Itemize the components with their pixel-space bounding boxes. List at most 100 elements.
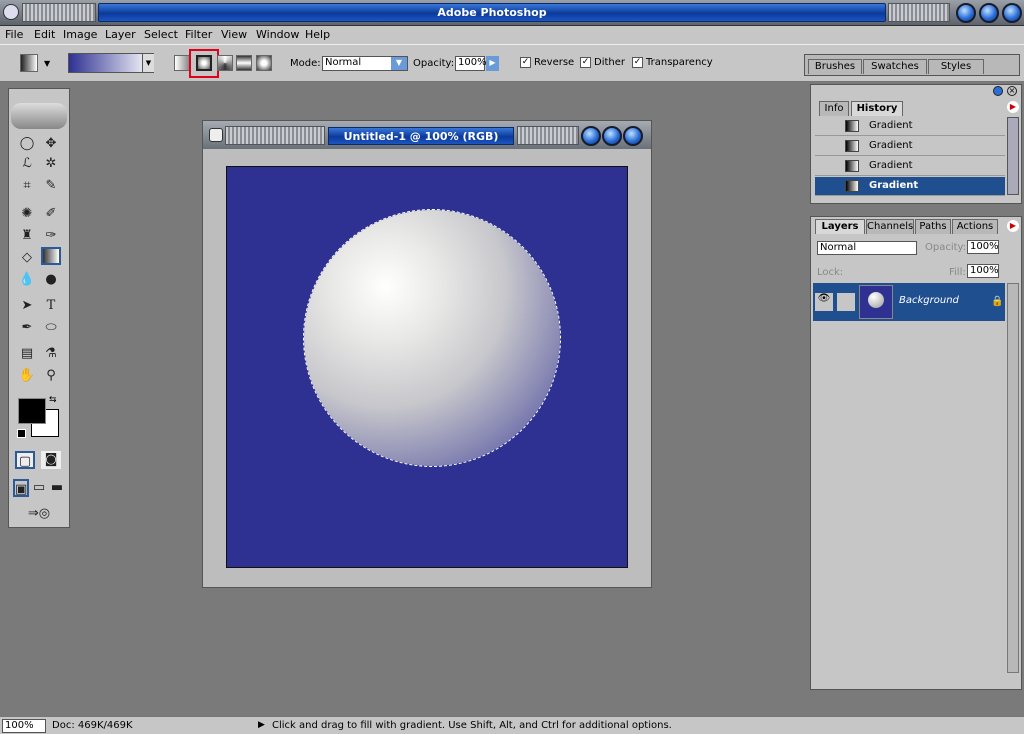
document-maximize-button[interactable] [602, 126, 622, 146]
blur-tool-icon[interactable]: 💧 [17, 271, 37, 289]
menu-image[interactable]: Image [63, 28, 97, 41]
toolbox-header-logo[interactable] [11, 103, 67, 129]
chevron-down-icon[interactable]: ▼ [142, 54, 154, 72]
visibility-eye-icon[interactable]: 👁 [815, 293, 833, 311]
tab-paths[interactable]: Paths [915, 219, 951, 234]
history-brush-tool-icon[interactable]: ✑ [41, 227, 61, 245]
dodge-tool-icon[interactable]: ● [41, 271, 61, 289]
document-minimize-button[interactable] [581, 126, 601, 146]
healing-brush-tool-icon[interactable]: ✺ [17, 205, 37, 223]
linear-gradient-button[interactable] [174, 55, 190, 71]
close-button[interactable] [1002, 3, 1022, 23]
panel-menu-icon[interactable]: ▶ [1007, 220, 1019, 232]
document-icon [209, 128, 223, 142]
opacity-slider-arrow-icon[interactable]: ▶ [486, 56, 499, 71]
move-tool-icon[interactable]: ✥ [41, 135, 61, 153]
crop-tool-icon[interactable]: ⌗ [17, 177, 37, 195]
dither-checkbox[interactable]: ✓ [580, 57, 591, 68]
opacity-field[interactable]: 100% [455, 56, 487, 71]
blend-mode-select[interactable]: Normal [817, 241, 917, 255]
layer-thumbnail [859, 285, 893, 319]
gradient-history-icon [845, 120, 859, 132]
tab-layers[interactable]: Layers [815, 219, 865, 234]
history-scrollbar[interactable] [1007, 117, 1019, 195]
tab-actions[interactable]: Actions [952, 219, 998, 234]
full-screen-mode-icon[interactable]: ▬ [49, 479, 65, 497]
standard-mode-icon[interactable]: ▢ [15, 451, 35, 469]
mode-select[interactable]: Normal ▼ [322, 56, 408, 71]
full-screen-menu-mode-icon[interactable]: ▭ [31, 479, 47, 497]
radial-gradient-button[interactable] [196, 55, 212, 71]
canvas[interactable] [226, 166, 628, 568]
panel-close-icon[interactable]: × [1007, 86, 1017, 96]
menu-filter[interactable]: Filter [185, 28, 212, 41]
shape-tool-icon[interactable]: ⬭ [41, 319, 61, 337]
tab-brushes[interactable]: Brushes [808, 59, 862, 74]
panel-minimize-icon[interactable] [993, 86, 1003, 96]
pen-tool-icon[interactable]: ✒ [17, 319, 37, 337]
layers-panel: Layers Channels Paths Actions ▶ Normal O… [810, 216, 1022, 690]
history-item-selected[interactable]: Gradient [815, 177, 1005, 196]
clone-stamp-tool-icon[interactable]: ♜ [17, 227, 37, 245]
document-titlebar[interactable]: Untitled-1 @ 100% (RGB) [203, 121, 651, 149]
default-colors-icon[interactable] [17, 429, 26, 438]
menu-file[interactable]: File [5, 28, 23, 41]
slice-tool-icon[interactable]: ✎ [41, 177, 61, 195]
angle-gradient-button[interactable] [217, 55, 233, 71]
app-icon[interactable] [3, 4, 19, 20]
menu-window[interactable]: Window [256, 28, 299, 41]
chevron-down-icon[interactable]: ▼ [44, 59, 50, 68]
notes-tool-icon[interactable]: ▤ [17, 345, 37, 363]
layer-fill-field[interactable]: 100% [967, 264, 999, 278]
status-menu-arrow-icon[interactable]: ▶ [258, 720, 265, 730]
layer-row[interactable]: 👁 Background 🔒 [813, 283, 1005, 321]
swap-colors-icon[interactable]: ⇆ [49, 395, 57, 405]
layer-opacity-field[interactable]: 100% [967, 240, 999, 254]
history-item[interactable]: Gradient [815, 157, 1005, 176]
lasso-tool-icon[interactable]: ℒ [17, 155, 37, 173]
reflected-gradient-button[interactable] [236, 55, 252, 71]
tab-styles[interactable]: Styles [928, 59, 984, 74]
menu-help[interactable]: Help [305, 28, 330, 41]
zoom-tool-icon[interactable]: ⚲ [41, 367, 61, 385]
eraser-tool-icon[interactable]: ◇ [17, 249, 37, 267]
tab-swatches[interactable]: Swatches [863, 59, 927, 74]
hand-tool-icon[interactable]: ✋ [17, 367, 37, 385]
layers-scrollbar[interactable] [1007, 283, 1019, 673]
maximize-button[interactable] [979, 3, 999, 23]
document-grip-left [225, 126, 325, 145]
quick-mask-mode-icon[interactable]: ◙ [41, 451, 61, 469]
menu-view[interactable]: View [221, 28, 247, 41]
minimize-button[interactable] [956, 3, 976, 23]
panel-menu-icon[interactable]: ▶ [1007, 101, 1019, 113]
tab-history[interactable]: History [851, 101, 903, 116]
type-tool-icon[interactable]: T [41, 297, 61, 315]
menu-edit[interactable]: Edit [34, 28, 55, 41]
gradient-sphere-selection[interactable] [303, 209, 561, 467]
marquee-tool-icon[interactable]: ◯ [17, 135, 37, 153]
brush-tool-icon[interactable]: ✐ [41, 205, 61, 223]
tab-channels[interactable]: Channels [866, 219, 914, 234]
standard-screen-mode-icon[interactable]: ▣ [13, 479, 29, 497]
tab-info[interactable]: Info [819, 101, 849, 116]
document-close-button[interactable] [623, 126, 643, 146]
path-selection-tool-icon[interactable]: ➤ [17, 297, 37, 315]
history-item[interactable]: Gradient [815, 137, 1005, 156]
layer-link-icon[interactable] [837, 293, 855, 311]
magic-wand-tool-icon[interactable]: ✲ [41, 155, 61, 173]
transparency-checkbox[interactable]: ✓ [632, 57, 643, 68]
history-item[interactable]: Gradient [815, 117, 1005, 136]
doc-size[interactable]: Doc: 469K/469K [52, 720, 133, 731]
diamond-gradient-button[interactable] [256, 55, 272, 71]
gradient-tool-icon[interactable] [41, 247, 61, 265]
menu-select[interactable]: Select [144, 28, 178, 41]
tool-preset-picker[interactable] [20, 54, 38, 72]
zoom-field[interactable]: 100% [2, 719, 46, 733]
reverse-checkbox[interactable]: ✓ [520, 57, 531, 68]
jump-to-imageready-icon[interactable]: ⇒◎ [17, 505, 61, 523]
foreground-color-swatch[interactable] [18, 398, 46, 424]
chevron-down-icon[interactable]: ▼ [391, 57, 407, 70]
gradient-history-icon [845, 140, 859, 152]
menu-layer[interactable]: Layer [105, 28, 136, 41]
eyedropper-tool-icon[interactable]: ⚗ [41, 345, 61, 363]
